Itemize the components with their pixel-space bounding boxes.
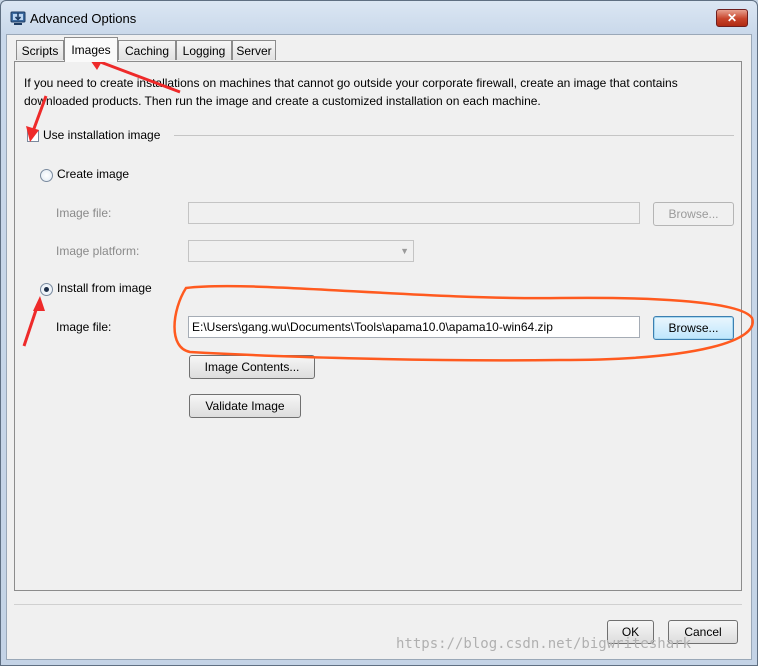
arrow-to-checkbox-head — [26, 126, 39, 142]
tab-images[interactable]: Images — [64, 37, 118, 62]
annotation-overlay — [22, 57, 754, 362]
orange-highlight-ellipse — [173, 284, 754, 362]
arrow-to-checkbox — [30, 95, 48, 135]
arrow-to-images-tab — [94, 58, 181, 94]
arrow-to-radio-head — [33, 296, 45, 311]
